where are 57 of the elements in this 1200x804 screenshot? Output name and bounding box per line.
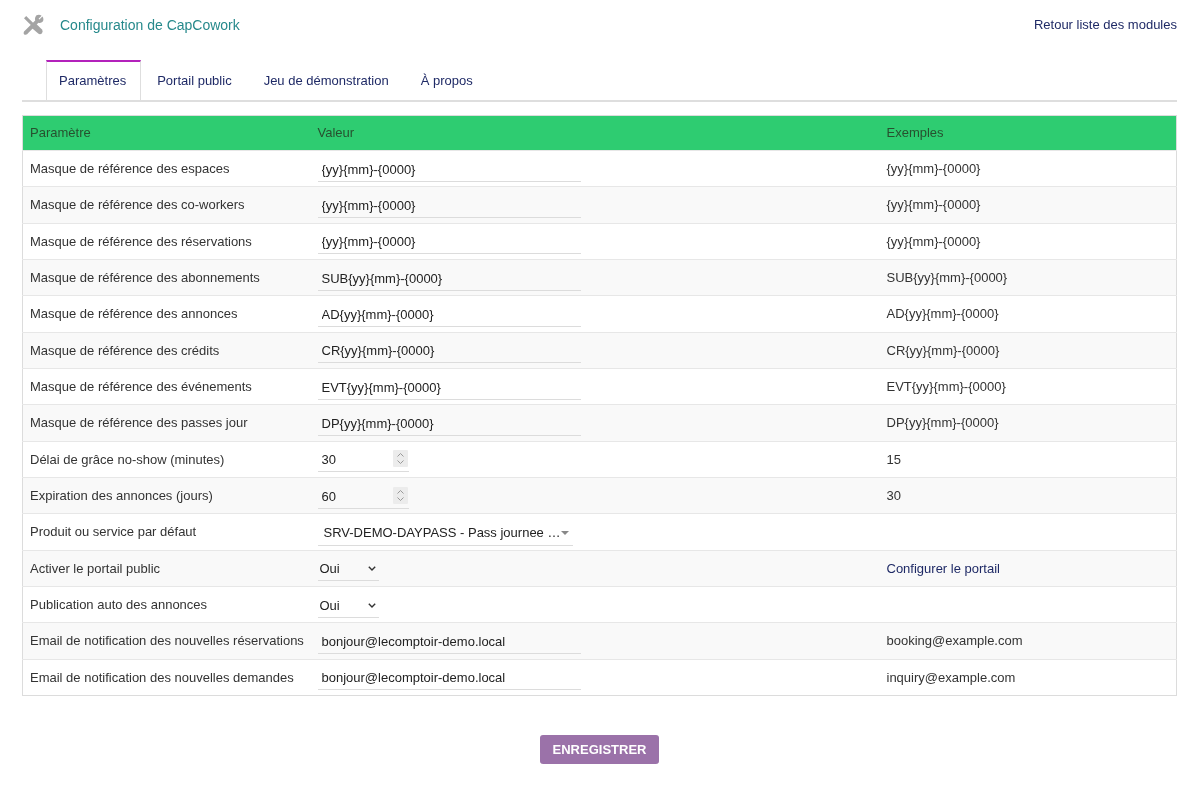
example-text: DP{yy}{mm}-{0000} <box>886 415 999 431</box>
text-field[interactable]: CR{yy}{mm}-{0000} <box>317 337 581 364</box>
parameter-label: Masque de référence des espaces <box>30 160 230 176</box>
text-field[interactable]: {yy}{mm}-{0000} <box>317 155 581 182</box>
parameter-label: Masque de référence des crédits <box>30 342 220 358</box>
column-header: Exemples <box>879 115 1177 151</box>
tools-icon <box>22 14 44 36</box>
text-field[interactable]: AD{yy}{mm}-{0000} <box>317 301 581 328</box>
spinner-icon <box>392 486 408 504</box>
caret-down-icon <box>560 530 569 535</box>
example-text: 15 <box>886 451 901 467</box>
tab[interactable]: Jeu de démonstration <box>247 60 405 100</box>
example-text: 30 <box>886 488 901 503</box>
page-title: Configuration de CapCowork <box>60 16 240 35</box>
example-text: booking@example.com <box>886 633 1023 649</box>
chevron-down-icon <box>367 566 376 572</box>
parameter-label: Email de notification des nouvelles demandes <box>30 669 294 685</box>
example-text: inquiry@example.com <box>886 669 1016 685</box>
example-link[interactable]: Configurer le portail <box>886 560 1000 576</box>
column-header: Paramètre <box>22 115 311 151</box>
parameter-label: Masque de référence des événements <box>30 379 252 394</box>
text-field[interactable]: bonjour@lecomptoir-demo.local <box>317 628 581 655</box>
example-text: {yy}{mm}-{0000} <box>886 197 981 213</box>
tab[interactable]: À propos <box>404 60 489 100</box>
example-text: {yy}{mm}-{0000} <box>886 160 981 176</box>
column-header: Valeur <box>310 115 880 151</box>
combo-field[interactable]: SRV-DEMO-DAYPASS - Pass journee … <box>317 518 573 547</box>
text-field[interactable]: bonjour@lecomptoir-demo.local <box>317 664 581 691</box>
parameter-label: Expiration des annonces (jours) <box>30 488 213 503</box>
example-text: EVT{yy}{mm}-{0000} <box>886 379 1006 394</box>
parameter-label: Masque de référence des co-workers <box>30 197 245 213</box>
tab[interactable]: Portail public <box>141 60 248 100</box>
parameter-label: Email de notification des nouvelles réservations <box>30 633 304 649</box>
parameter-label: Activer le portail public <box>30 560 161 576</box>
tab[interactable]: Paramètres <box>46 60 142 100</box>
text-field[interactable]: {yy}{mm}-{0000} <box>317 192 581 218</box>
parameter-label: Masque de référence des passes jour <box>30 415 248 431</box>
select-field[interactable]: Oui <box>317 555 379 582</box>
example-text: {yy}{mm}-{0000} <box>886 233 981 249</box>
parameter-label: Publication auto des annonces <box>30 597 208 613</box>
select-field[interactable]: Oui <box>317 591 379 618</box>
text-field[interactable]: SUB{yy}{mm}-{0000} <box>317 264 581 291</box>
parameter-label: Masque de référence des réservations <box>30 233 252 249</box>
parameter-label: Produit ou service par défaut <box>30 524 197 540</box>
text-field[interactable]: DP{yy}{mm}-{0000} <box>317 410 581 437</box>
example-text: CR{yy}{mm}-{0000} <box>886 342 1000 358</box>
text-field[interactable]: {yy}{mm}-{0000} <box>317 228 581 255</box>
spinner-icon <box>392 450 408 468</box>
text-field[interactable]: EVT{yy}{mm}-{0000} <box>317 373 581 400</box>
example-text: AD{yy}{mm}-{0000} <box>886 306 999 322</box>
parameter-label: Masque de référence des abonnements <box>30 269 260 285</box>
save-button[interactable]: ENREGISTRER <box>539 735 660 765</box>
back-link[interactable]: Retour liste des modules <box>1033 15 1177 35</box>
parameter-label: Masque de référence des annonces <box>30 306 238 322</box>
parameter-label: Délai de grâce no-show (minutes) <box>30 451 225 467</box>
chevron-down-icon <box>367 602 376 608</box>
example-text: SUB{yy}{mm}-{0000} <box>886 269 1008 285</box>
